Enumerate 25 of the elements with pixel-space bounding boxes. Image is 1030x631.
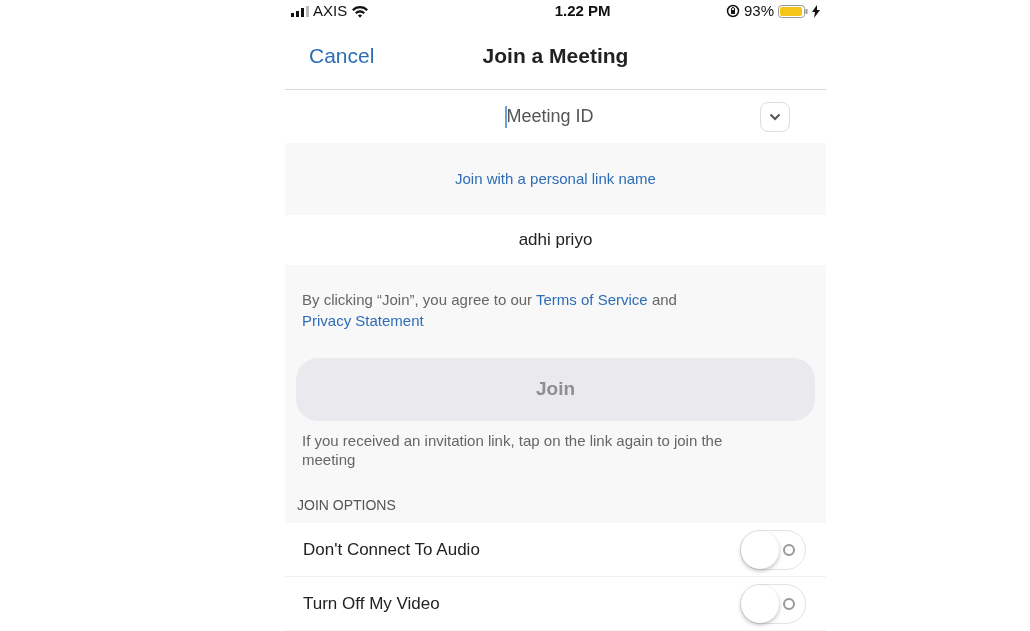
text-cursor: [504, 105, 507, 128]
toggle-switch[interactable]: [740, 529, 806, 570]
cancel-button[interactable]: Cancel: [309, 39, 375, 72]
invitation-hint: If you received an invitation link, tap on the link again to join the meeting: [301, 431, 724, 469]
meeting-id-field[interactable]: Meeting ID: [506, 103, 607, 130]
section-header: JOIN OPTIONS: [296, 496, 397, 515]
toggle-switch[interactable]: [740, 583, 806, 624]
terms-of-service-link[interactable]: Terms of Service: [536, 291, 648, 308]
privacy-statement-link[interactable]: Privacy Statement: [302, 312, 424, 329]
option-label: Don't Connect To Audio: [303, 538, 480, 561]
battery-percent: 93%: [743, 0, 774, 21]
personal-link-name-link[interactable]: Join with a personal link name: [455, 167, 656, 191]
clock-time: 1.22 PM: [554, 0, 611, 21]
dropdown-button[interactable]: [760, 101, 790, 132]
carrier-name: AXIS: [313, 0, 348, 21]
option-label: Turn Off My Video: [303, 592, 440, 615]
signal-icon: [291, 5, 309, 17]
charging-icon: [812, 4, 820, 18]
terms-notice: By clicking “Join”, you agree to our Terms of Service and Privacy Statement: [301, 290, 678, 331]
screen-title: Join a Meeting: [482, 42, 629, 69]
wifi-icon: [351, 4, 370, 18]
battery-icon: [778, 4, 808, 18]
name-field[interactable]: adhi priyo: [285, 215, 826, 265]
rotation-lock-icon: [725, 4, 740, 18]
chevron-down-icon: [769, 112, 781, 121]
